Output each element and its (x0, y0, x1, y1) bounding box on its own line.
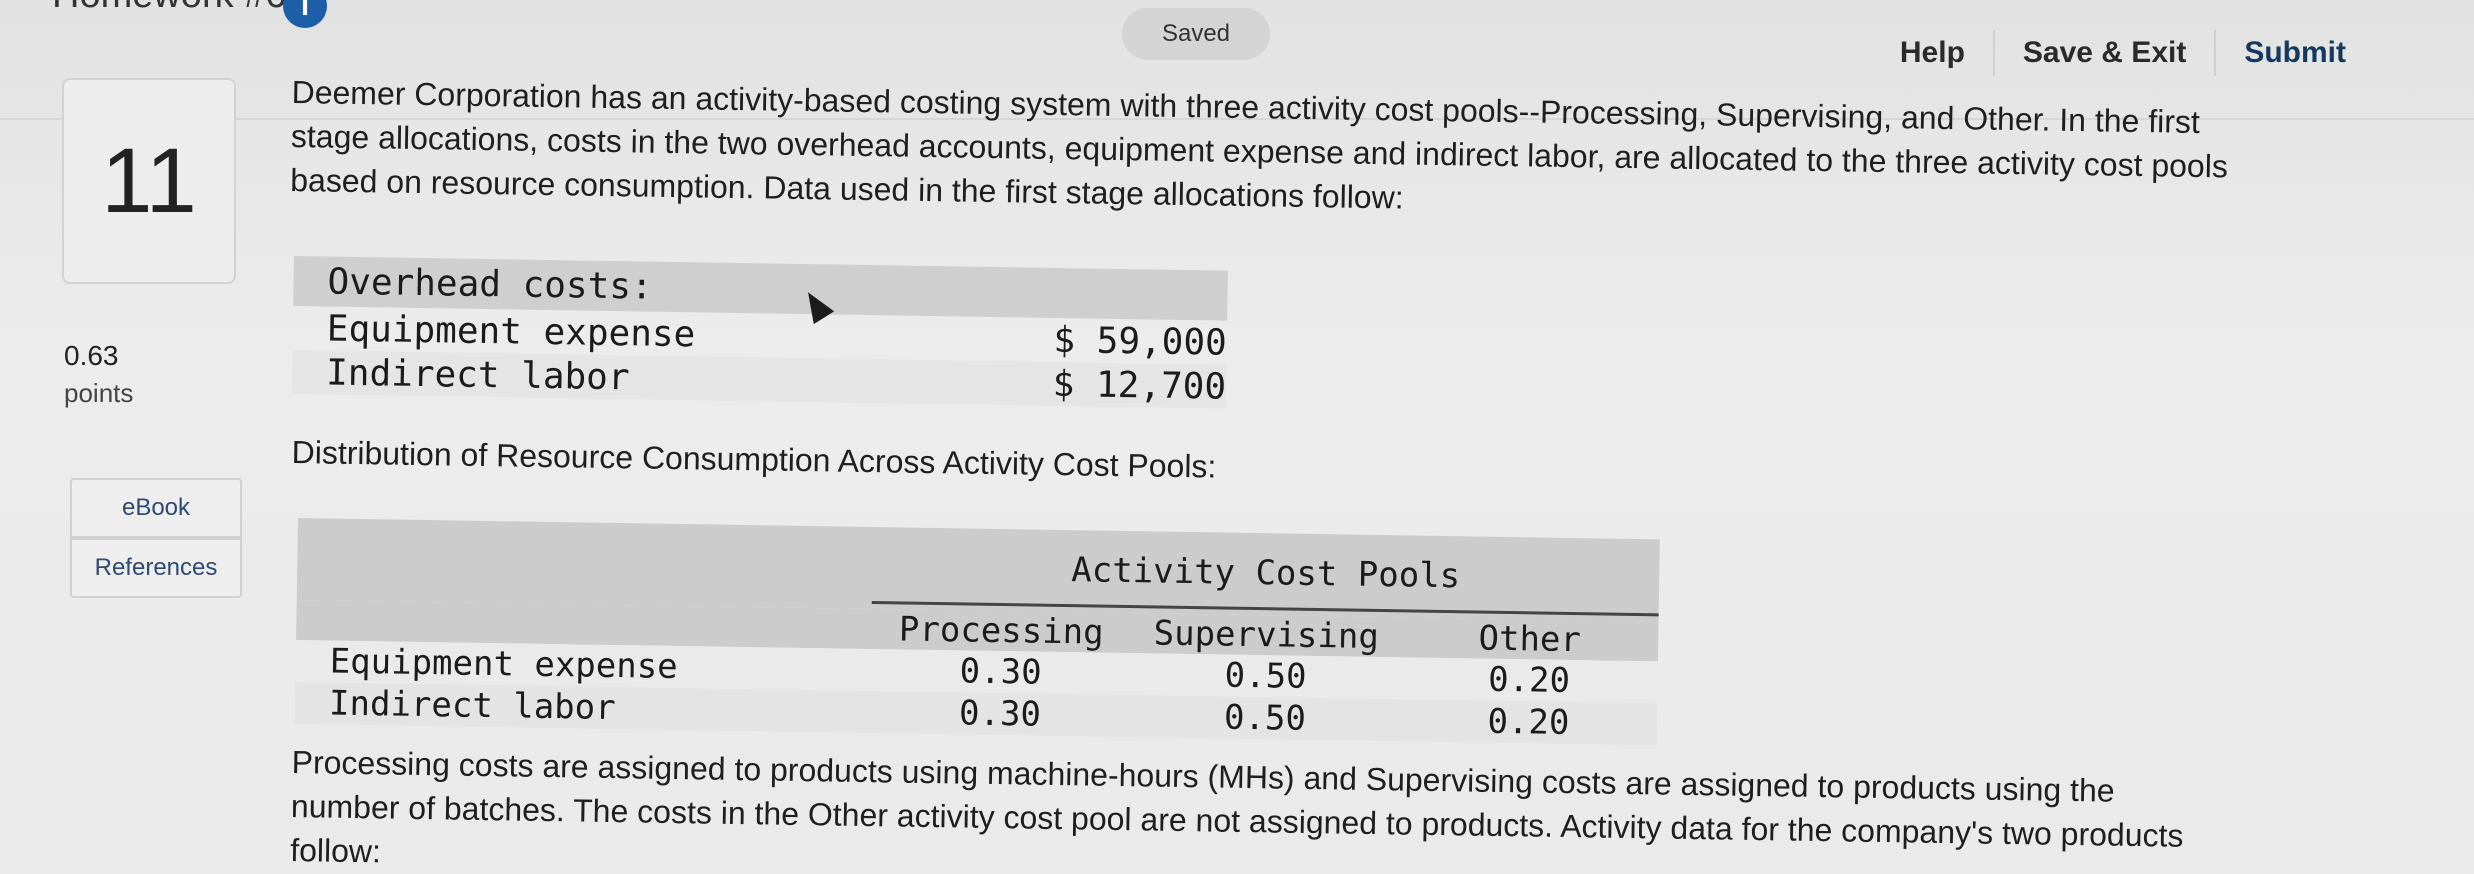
activity-cost-pools-table: Activity Cost Pools Processing Supervisi… (294, 518, 1660, 746)
row-value: $ 12,700 (1052, 363, 1227, 408)
empty-header-cell (296, 620, 871, 629)
overhead-costs-table: Overhead costs: Equipment expense $ 59,0… (291, 256, 1228, 409)
question-closing: Processing costs are assigned to product… (289, 743, 2184, 870)
column-header: Supervising (1153, 613, 1380, 657)
group-header: Activity Cost Pools (1070, 550, 1461, 597)
saved-status-badge: Saved (1122, 8, 1270, 60)
row-label: Indirect labor (325, 352, 630, 398)
cell: 0.30 (959, 651, 1042, 693)
row-value: $ 59,000 (1053, 319, 1228, 364)
homework-page: Homework #6 i Saved Help Save & Exit Sub… (0, 0, 2474, 874)
table-header: Overhead costs: (327, 261, 653, 308)
cell: 0.50 (1223, 697, 1307, 739)
cell: 0.30 (958, 693, 1042, 735)
column-header: Processing (898, 609, 1104, 653)
references-button[interactable]: References (70, 538, 242, 598)
points-label: points (64, 378, 134, 408)
help-link[interactable]: Help (1872, 36, 1993, 70)
top-links: Help Save & Exit Submit (1872, 30, 2374, 76)
cell: 0.20 (1487, 701, 1570, 743)
assignment-title: Homework #6 (52, 0, 286, 17)
points-value: 0.63 (64, 340, 119, 371)
cell: 0.50 (1224, 655, 1307, 697)
question-number: 11 (62, 78, 236, 284)
submit-button[interactable]: Submit (2216, 36, 2374, 70)
ebook-button[interactable]: eBook (70, 478, 242, 538)
cell: 0.20 (1487, 659, 1571, 701)
info-icon[interactable]: i (283, 0, 327, 28)
distribution-title: Distribution of Resource Consumption Acr… (291, 433, 1217, 485)
save-exit-link[interactable]: Save & Exit (1995, 36, 2214, 70)
row-label: Indirect labor (328, 683, 616, 729)
column-header: Other (1478, 618, 1582, 661)
